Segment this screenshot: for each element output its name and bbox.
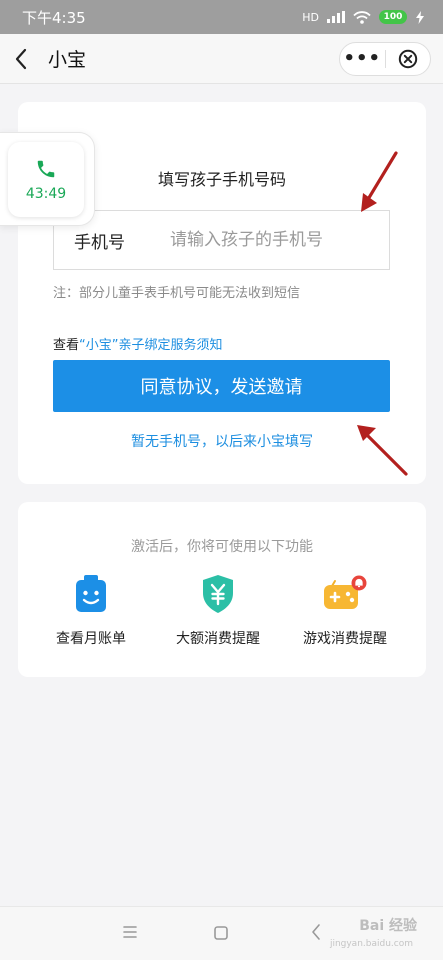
feature-game-spending-alert[interactable]: 游戏消费提醒 [285, 574, 405, 648]
page-title: 小宝 [48, 49, 87, 71]
features-title: 激活后，你将可使用以下功能 [131, 539, 313, 555]
system-back-icon[interactable] [310, 923, 322, 941]
network-type-label: HD [302, 10, 319, 24]
yuan-shield-icon [203, 575, 233, 613]
status-time: 下午4:35 [22, 8, 86, 27]
close-circle-icon [398, 49, 417, 69]
sms-note: 注：部分儿童手表手机号可能无法收到短信 [53, 286, 301, 301]
agreement-line: 查看“小宝”亲子绑定服务须知 [53, 334, 223, 353]
charging-icon [416, 10, 424, 24]
smiley-bag-icon [76, 575, 106, 612]
back-button[interactable] [0, 34, 42, 84]
watermark-url: jingyan.baidu.com [329, 939, 413, 949]
agreement-link[interactable]: “小宝”亲子绑定服务须知 [79, 338, 222, 353]
wifi-icon [353, 10, 371, 24]
home-icon[interactable] [213, 925, 229, 941]
feature-label: 查看月账单 [56, 631, 126, 647]
call-floating-window[interactable]: 43:49 [0, 132, 95, 226]
nav-bar: 小宝 ••• [0, 34, 443, 84]
send-invite-button[interactable]: 同意协议，发送邀请 [53, 360, 390, 412]
more-button[interactable]: ••• [340, 42, 385, 76]
gamepad-icon [324, 575, 367, 609]
phone-label: 手机号 [74, 232, 125, 253]
feature-monthly-bill[interactable]: 查看月账单 [31, 574, 151, 648]
phone-field: 手机号 [53, 210, 390, 270]
status-bar: 下午4:35 HD 100 [0, 0, 443, 34]
features-card: 激活后，你将可使用以下功能 查看月账单 大额消费提醒 游戏消费提醒 [18, 502, 426, 677]
feature-large-spending-alert[interactable]: 大额消费提醒 [158, 574, 278, 648]
phone-icon [37, 160, 55, 177]
feature-label: 大额消费提醒 [176, 631, 260, 647]
feature-label: 游戏消费提醒 [303, 631, 387, 647]
close-button[interactable] [386, 49, 431, 69]
system-nav-bar: Bai 经验 jingyan.baidu.com [0, 906, 443, 960]
menu-icon[interactable] [122, 925, 138, 939]
agreement-prefix: 查看 [53, 338, 80, 353]
signal-icon [327, 11, 345, 23]
call-widget: 43:49 [8, 142, 84, 217]
battery-icon: 100 [379, 10, 407, 24]
watermark: Bai 经验 [359, 918, 417, 934]
mini-program-capsule: ••• [339, 42, 431, 76]
chevron-left-icon [15, 48, 27, 69]
call-duration: 43:49 [25, 185, 67, 202]
phone-input[interactable] [170, 212, 389, 268]
fill-later-link[interactable]: 暂无手机号，以后来小宝填写 [18, 431, 426, 451]
